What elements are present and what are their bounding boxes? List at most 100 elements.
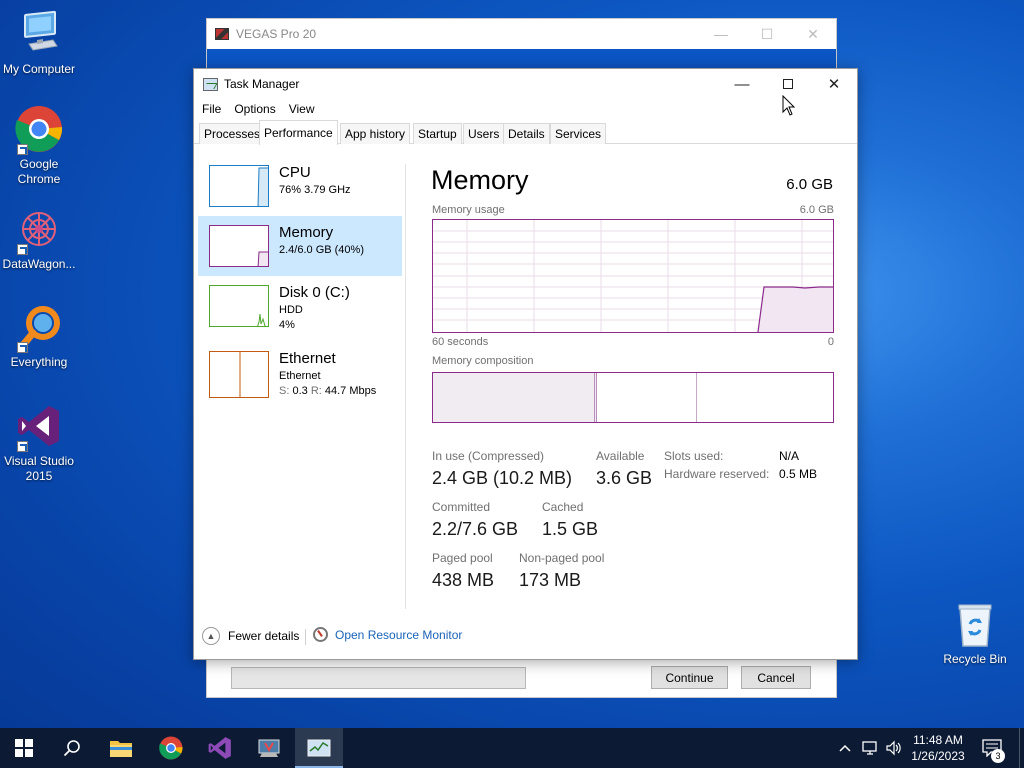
volume-icon[interactable]: [885, 728, 903, 768]
sidebar-item-cpu[interactable]: CPU 76% 3.79 GHz: [198, 156, 402, 216]
paged-pool-value: 438 MB: [432, 570, 495, 590]
receive-label: R:: [310, 385, 322, 397]
desktop-icon-my-computer[interactable]: My Computer: [0, 10, 79, 77]
slots-used-label: Slots used:: [664, 449, 724, 463]
ethernet-thumbnail: [209, 351, 269, 398]
open-resource-monitor-label: Open Resource Monitor: [335, 627, 463, 642]
close-button[interactable]: ✕: [811, 69, 857, 99]
tray-chevron-up-icon[interactable]: [838, 728, 852, 768]
sidebar-cpu-name: CPU: [279, 164, 311, 181]
tab-app-history[interactable]: App history: [340, 123, 411, 144]
send-value: 0.3: [292, 385, 308, 397]
vegas-titlebar[interactable]: VEGAS Pro 20 — ☐ ✕: [207, 19, 836, 49]
close-icon[interactable]: ✕: [790, 26, 836, 43]
graph-time-left: 60 seconds: [432, 336, 489, 348]
cached-value: 1.5 GB: [542, 519, 599, 539]
sidebar-disk-usage: 4%: [279, 319, 295, 331]
continue-button[interactable]: Continue: [651, 666, 728, 689]
desktop-icon-label: DataWagon...: [2, 257, 76, 271]
vegas-progress-bar: [231, 667, 526, 689]
minimize-icon[interactable]: —: [698, 26, 744, 43]
detail-total: 6.0 GB: [786, 176, 833, 193]
menu-view[interactable]: View: [289, 102, 315, 116]
taskbar-visual-studio[interactable]: [196, 728, 244, 768]
notification-center-button[interactable]: 3: [982, 728, 1005, 768]
memory-composition-bar: [432, 372, 834, 423]
tab-details[interactable]: Details: [503, 123, 550, 144]
desktop-icon-everything[interactable]: Everything: [0, 303, 79, 370]
minimize-icon: —: [734, 75, 750, 93]
sidebar-item-disk[interactable]: Disk 0 (C:) HDD 4%: [198, 276, 402, 336]
sidebar-cpu-usage: 76% 3.79 GHz: [279, 184, 351, 196]
tab-services[interactable]: Services: [550, 123, 607, 144]
memory-composition-label: Memory composition: [432, 355, 534, 367]
clock-date: 1/26/2023: [911, 749, 965, 763]
memory-usage-max: 6.0 GB: [799, 204, 834, 216]
tab-users[interactable]: Users: [463, 123, 505, 144]
maximize-icon[interactable]: ☐: [744, 26, 790, 43]
taskbar-task-manager[interactable]: [295, 728, 343, 768]
fewer-details-button[interactable]: ▲ Fewer details: [202, 627, 299, 645]
non-paged-pool-label: Non-paged pool: [519, 551, 605, 565]
available-label: Available: [596, 449, 645, 463]
desktop-icon-recycle-bin[interactable]: Recycle Bin: [935, 600, 1015, 667]
sidebar-ethernet-throughput: S: 0.3 R: 44.7 Mbps: [279, 384, 376, 399]
sidebar-ethernet-name: Ethernet: [279, 350, 336, 367]
desktop-icon-chrome[interactable]: Google Chrome: [0, 105, 79, 187]
start-button[interactable]: [0, 728, 48, 768]
show-desktop-button[interactable]: [1019, 728, 1024, 768]
composition-standby: [597, 373, 697, 422]
desktop-icon-label: Everything: [10, 355, 68, 369]
sidebar-disk-name: Disk 0 (C:): [279, 284, 350, 301]
cancel-button[interactable]: Cancel: [741, 666, 811, 689]
recycle-bin-icon: [951, 600, 999, 648]
vegas-app-icon: [258, 739, 280, 757]
clock[interactable]: 11:48 AM 1/26/2023: [905, 728, 971, 768]
sidebar-item-memory[interactable]: Memory 2.4/6.0 GB (40%): [198, 216, 402, 276]
link-divider: [305, 629, 306, 645]
window-title: Task Manager: [224, 77, 300, 91]
task-manager-titlebar[interactable]: Task Manager — ✕: [194, 69, 857, 99]
taskbar: 11:48 AM 1/26/2023 3: [0, 728, 1024, 768]
menu-file[interactable]: File: [202, 102, 221, 116]
slots-used-value: N/A: [779, 449, 800, 463]
composition-in-use: [433, 373, 595, 422]
sidebar-memory-usage: 2.4/6.0 GB (40%): [279, 244, 364, 256]
desktop-icon-label: Recycle Bin: [943, 652, 1007, 666]
desktop-icon-visual-studio[interactable]: Visual Studio 2015: [0, 402, 79, 484]
vegas-app-icon: [215, 28, 229, 40]
committed-label: Committed: [432, 500, 491, 514]
disk-thumbnail: [209, 285, 269, 327]
taskbar-file-explorer[interactable]: [97, 728, 145, 768]
sidebar-memory-name: Memory: [279, 224, 334, 241]
taskbar-vegas[interactable]: [245, 728, 293, 768]
detail-title: Memory: [431, 165, 529, 195]
non-paged-pool-value: 173 MB: [519, 570, 582, 590]
sidebar-item-ethernet[interactable]: Ethernet Ethernet S: 0.3 R: 44.7 Mbps: [198, 342, 402, 402]
chrome-icon: [159, 736, 183, 760]
tab-startup[interactable]: Startup: [413, 123, 462, 144]
in-use-value: 2.4 GB (10.2 MB): [432, 468, 573, 488]
tab-bar: Processes Performance App history Startu…: [194, 120, 857, 145]
menu-options[interactable]: Options: [234, 102, 275, 116]
network-icon[interactable]: [862, 728, 880, 768]
visual-studio-icon: [15, 402, 63, 452]
minimize-button[interactable]: —: [719, 69, 765, 99]
hardware-reserved-value: 0.5 MB: [779, 467, 818, 481]
taskbar-chrome[interactable]: [147, 728, 195, 768]
vegas-title: VEGAS Pro 20: [236, 27, 317, 41]
graph-time-right: 0: [827, 336, 834, 348]
panel-divider: [405, 164, 406, 609]
task-manager-window[interactable]: Task Manager — ✕ File Options View Proce…: [193, 68, 858, 660]
open-resource-monitor-link[interactable]: Open Resource Monitor: [313, 627, 462, 642]
tab-performance[interactable]: Performance: [259, 120, 338, 145]
desktop-icon-label: Google Chrome: [17, 157, 61, 186]
available-value: 3.6 GB: [596, 468, 653, 488]
desktop-icon-datawagon[interactable]: DataWagon...: [0, 205, 79, 272]
datawagon-icon: [15, 205, 63, 255]
memory-thumbnail: [209, 225, 269, 267]
clock-time: 11:48 AM: [913, 733, 963, 747]
memory-usage-graph: [432, 219, 834, 333]
tab-processes[interactable]: Processes: [199, 123, 266, 144]
search-button[interactable]: [48, 728, 96, 768]
